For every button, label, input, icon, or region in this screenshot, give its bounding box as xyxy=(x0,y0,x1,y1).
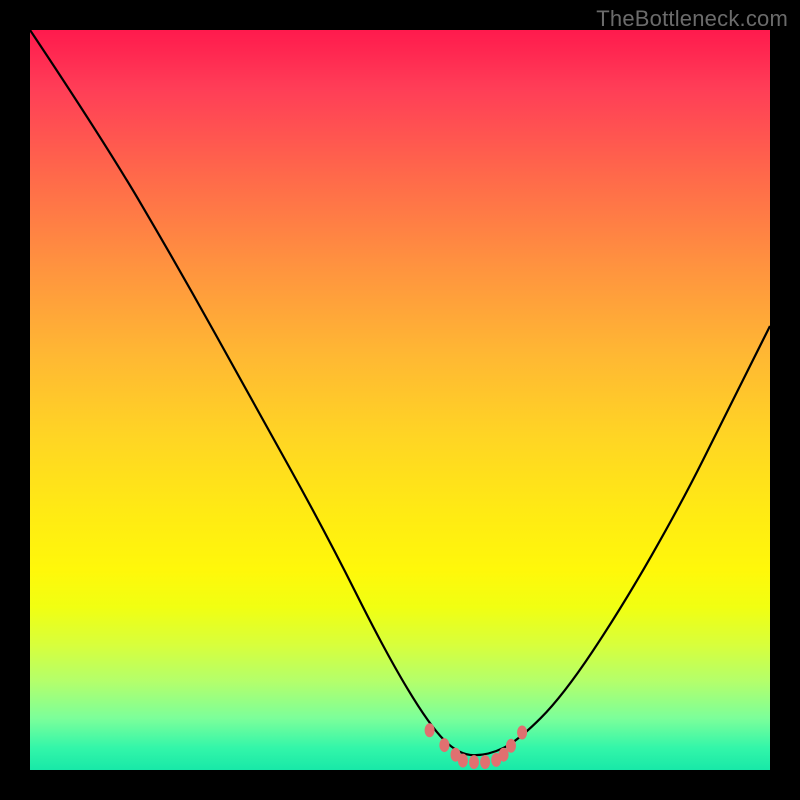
plot-area xyxy=(30,30,770,770)
marker-dot xyxy=(506,739,516,753)
curve-layer xyxy=(30,30,770,770)
marker-dot xyxy=(517,726,527,740)
attribution-watermark: TheBottleneck.com xyxy=(596,6,788,32)
optimal-region-markers xyxy=(425,723,527,769)
marker-dot xyxy=(480,755,490,769)
marker-dot xyxy=(425,723,435,737)
chart-frame: TheBottleneck.com xyxy=(0,0,800,800)
marker-dot xyxy=(469,755,479,769)
marker-dot xyxy=(439,738,449,752)
marker-dot xyxy=(458,754,468,768)
bottleneck-curve xyxy=(30,30,770,755)
